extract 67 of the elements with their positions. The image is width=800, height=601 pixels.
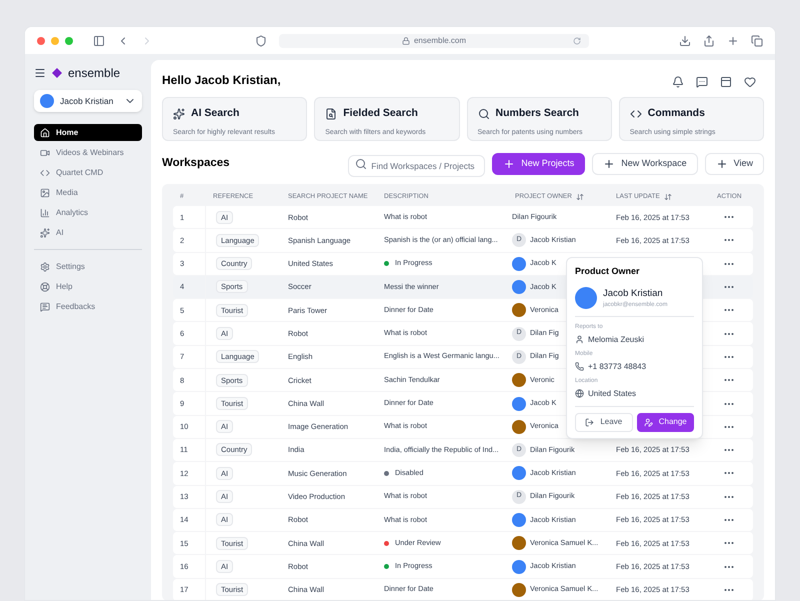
nav-item[interactable]: Help — [34, 278, 142, 295]
code-icon — [630, 108, 642, 120]
logo-icon — [52, 68, 62, 78]
user-icon — [575, 335, 584, 344]
plus-icon — [716, 158, 728, 170]
nav-item[interactable]: Videos & Webinars — [34, 144, 142, 161]
help-icon — [40, 282, 50, 292]
share-icon[interactable] — [703, 34, 715, 46]
settings-icon — [40, 262, 50, 272]
exit-icon — [585, 418, 594, 427]
outline-button[interactable]: New Workspace — [592, 153, 698, 175]
user-switcher[interactable]: Jacob Kristian — [34, 90, 142, 112]
card-title: Fielded Search — [343, 106, 418, 121]
download-icon[interactable] — [679, 34, 691, 46]
section-heading: Workspaces — [162, 156, 230, 172]
popover-title: Product Owner — [575, 265, 641, 278]
user-edit-icon — [644, 418, 653, 427]
image-icon — [40, 188, 50, 198]
primary-button[interactable]: New Projects — [492, 153, 586, 175]
plus-icon — [503, 158, 516, 170]
address-bar[interactable]: ensemble.com — [279, 34, 589, 48]
nav-item[interactable]: AI — [34, 224, 142, 241]
avatar — [40, 94, 54, 108]
play-icon — [40, 148, 50, 158]
card-title: Numbers Search — [496, 106, 579, 121]
card-title: Commands — [648, 106, 705, 121]
nav-item[interactable]: Settings — [34, 258, 142, 275]
document-search-icon — [325, 108, 338, 120]
phone-icon — [575, 362, 584, 372]
nav-item[interactable]: Analytics — [34, 204, 142, 221]
url-text: ensemble.com — [414, 34, 466, 46]
nav-item[interactable]: Feedbacks — [34, 298, 142, 315]
code-icon — [40, 168, 50, 178]
avatar — [575, 287, 597, 310]
sparkles-icon — [173, 108, 185, 120]
chat-icon[interactable] — [696, 76, 708, 88]
search-field[interactable]: Find Workspaces / Projects — [348, 155, 486, 177]
nav-item[interactable]: Media — [34, 184, 142, 201]
home-icon — [40, 128, 50, 138]
new-tab-icon[interactable] — [727, 34, 739, 46]
nav-item[interactable]: Quartet CMD — [34, 164, 142, 181]
leave-button[interactable]: Leave — [575, 412, 632, 432]
feedback-icon — [40, 302, 50, 312]
greeting-heading: Hello Jacob Kristian, — [162, 72, 281, 89]
outline-button[interactable]: View — [704, 153, 764, 175]
change-button[interactable]: Change — [636, 412, 694, 432]
search-icon — [355, 158, 368, 170]
card-title: AI Search — [191, 106, 240, 121]
lock-icon — [402, 36, 410, 44]
heart-icon[interactable] — [744, 76, 756, 88]
field-value: Melomia Zeuski — [588, 334, 644, 346]
shield-icon[interactable] — [255, 34, 267, 46]
menu-icon[interactable] — [34, 67, 46, 79]
globe-icon — [575, 389, 584, 398]
tabs-icon[interactable] — [751, 34, 763, 46]
sort-icon[interactable] — [664, 193, 672, 201]
plus-icon — [603, 158, 616, 170]
chart-icon — [40, 208, 50, 218]
nav-item[interactable]: Home — [34, 124, 142, 141]
brand-name: ensemble — [68, 65, 120, 82]
sidebar-toggle-icon[interactable] — [93, 34, 105, 46]
window-icon[interactable] — [720, 76, 732, 88]
sparkles-icon — [40, 228, 50, 238]
sort-icon[interactable] — [576, 193, 584, 201]
bell-icon[interactable] — [672, 76, 684, 88]
owner-name: Jacob Kristian — [603, 286, 664, 300]
search-icon — [478, 108, 490, 120]
